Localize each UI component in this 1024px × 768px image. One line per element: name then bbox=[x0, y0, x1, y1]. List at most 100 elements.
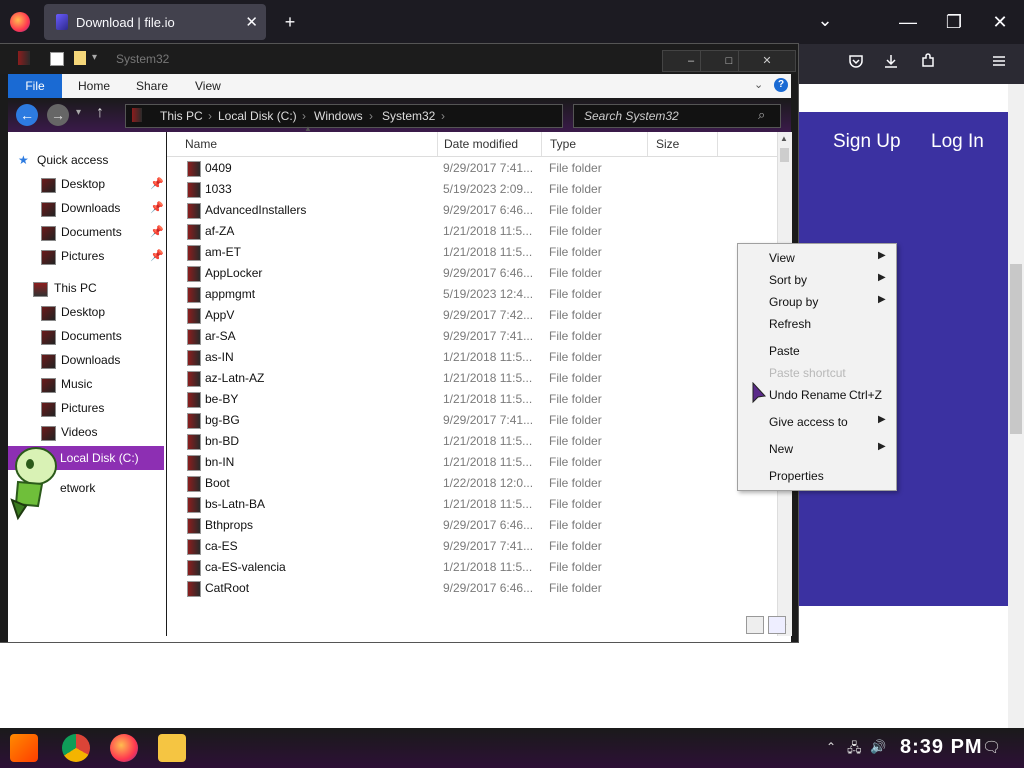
menu-item-sort-by[interactable]: Sort by ▶ bbox=[738, 269, 896, 291]
menu-item-new[interactable]: New ▶ bbox=[738, 438, 896, 460]
back-button-icon[interactable]: ← bbox=[16, 104, 38, 126]
sign-up-link[interactable]: Sign Up bbox=[833, 131, 901, 153]
nav-pc-videos[interactable]: Videos bbox=[8, 422, 166, 444]
start-button[interactable] bbox=[10, 734, 38, 762]
menu-item-give-access-to[interactable]: Give access to ▶ bbox=[738, 411, 896, 433]
recent-locations-icon[interactable]: ▾ bbox=[76, 107, 81, 118]
file-list-scroll-thumb[interactable] bbox=[780, 148, 789, 162]
nav-quick-access[interactable]: ★ Quick access bbox=[8, 150, 166, 172]
table-row[interactable]: Bthprops 9/29/2017 6:46... File folder bbox=[167, 515, 767, 536]
menu-item-paste[interactable]: Paste bbox=[738, 340, 896, 362]
explorer-close-button[interactable]: ✕ bbox=[738, 50, 796, 72]
search-icon[interactable]: ⌕ bbox=[758, 107, 765, 123]
forward-button-icon[interactable]: → bbox=[47, 104, 69, 126]
firefox-icon[interactable] bbox=[110, 734, 138, 762]
breadcrumb-local-disk[interactable]: Local Disk (C:) bbox=[218, 109, 297, 123]
table-row[interactable]: as-IN 1/21/2018 11:5... File folder bbox=[167, 347, 767, 368]
properties-quick-icon[interactable] bbox=[50, 52, 64, 66]
hidden-icons-chevron-icon[interactable]: ⌃ bbox=[826, 740, 836, 754]
new-folder-quick-icon[interactable] bbox=[74, 51, 86, 65]
nav-pc-pictures[interactable]: Pictures bbox=[8, 398, 166, 420]
ribbon-tab-file[interactable]: File bbox=[8, 74, 62, 98]
table-row[interactable]: bs-Latn-BA 1/21/2018 11:5... File folder bbox=[167, 494, 767, 515]
pocket-icon[interactable] bbox=[845, 53, 867, 76]
page-scrollbar[interactable] bbox=[1008, 84, 1024, 728]
column-size[interactable]: Size bbox=[648, 132, 718, 156]
page-scrollbar-thumb[interactable] bbox=[1010, 264, 1022, 434]
table-row[interactable]: bn-IN 1/21/2018 11:5... File folder bbox=[167, 452, 767, 473]
nav-this-pc[interactable]: This PC bbox=[8, 278, 166, 300]
network-icon[interactable]: 🖧 bbox=[847, 739, 862, 761]
table-row[interactable]: AdvancedInstallers 9/29/2017 6:46... File … bbox=[167, 200, 767, 221]
table-row[interactable]: CatRoot 9/29/2017 6:46... File folder bbox=[167, 578, 767, 599]
table-row[interactable]: be-BY 1/21/2018 11:5... File folder bbox=[167, 389, 767, 410]
new-tab-button[interactable]: + bbox=[280, 12, 300, 32]
list-all-tabs-icon[interactable]: ⌄ bbox=[815, 10, 835, 30]
table-row[interactable]: am-ET 1/21/2018 11:5... File folder bbox=[167, 242, 767, 263]
expand-ribbon-icon[interactable]: ⌄ bbox=[754, 78, 763, 91]
nav-quick-desktop[interactable]: Desktop 📌 bbox=[8, 174, 166, 196]
search-box[interactable]: Search System32 ⌕ bbox=[573, 104, 781, 128]
table-row[interactable]: ar-SA 9/29/2017 7:41... File folder bbox=[167, 326, 767, 347]
large-icons-view-icon[interactable] bbox=[768, 616, 786, 634]
nav-pc-music[interactable]: Music bbox=[8, 374, 166, 396]
table-row[interactable]: af-ZA 1/21/2018 11:5... File folder bbox=[167, 221, 767, 242]
explorer-title-bar[interactable]: ▾ System32 – □ ✕ bbox=[0, 44, 798, 74]
ribbon-tab-home[interactable]: Home bbox=[78, 79, 110, 93]
search-input[interactable]: Search System32 bbox=[584, 109, 679, 123]
file-name: be-BY bbox=[205, 392, 239, 406]
quick-toolbar-dropdown-icon[interactable]: ▾ bbox=[92, 52, 97, 63]
folder-icon bbox=[187, 434, 201, 450]
breadcrumb-system32[interactable]: System32 bbox=[382, 109, 435, 123]
scroll-up-icon[interactable]: ▲ bbox=[780, 134, 788, 143]
table-row[interactable]: appmgmt 5/19/2023 12:4... File folder bbox=[167, 284, 767, 305]
nav-quick-downloads[interactable]: Downloads 📌 bbox=[8, 198, 166, 220]
file-explorer-icon[interactable] bbox=[158, 734, 186, 762]
table-row[interactable]: Boot 1/22/2018 12:0... File folder bbox=[167, 473, 767, 494]
action-center-icon[interactable]: 🗨 bbox=[982, 738, 1001, 756]
table-row[interactable]: ca-ES-valencia 1/21/2018 11:5... File fold… bbox=[167, 557, 767, 578]
column-date-modified[interactable]: Date modified bbox=[436, 132, 542, 156]
firefox-logo-icon[interactable] bbox=[10, 12, 30, 32]
file-date: 9/29/2017 7:41... bbox=[443, 329, 534, 343]
table-row[interactable]: 0409 9/29/2017 7:41... File folder bbox=[167, 158, 767, 179]
nav-pc-downloads[interactable]: Downloads bbox=[8, 350, 166, 372]
log-in-link[interactable]: Log In bbox=[931, 131, 984, 153]
table-row[interactable]: 1033 5/19/2023 2:09... File folder bbox=[167, 179, 767, 200]
nav-pc-documents[interactable]: Documents bbox=[8, 326, 166, 348]
nav-pc-desktop[interactable]: Desktop bbox=[8, 302, 166, 324]
menu-item-properties[interactable]: Properties bbox=[738, 465, 896, 487]
volume-icon[interactable]: 🔊 bbox=[870, 739, 886, 755]
table-row[interactable]: ca-ES 9/29/2017 7:41... File folder bbox=[167, 536, 767, 557]
column-name[interactable]: Name bbox=[177, 132, 438, 156]
minimize-button[interactable]: — bbox=[898, 12, 918, 32]
nav-quick-pictures[interactable]: Pictures 📌 bbox=[8, 246, 166, 268]
ribbon-tab-view[interactable]: View bbox=[195, 79, 221, 93]
column-type[interactable]: Type bbox=[542, 132, 648, 156]
restore-button[interactable]: ❐ bbox=[944, 12, 964, 32]
chrome-icon[interactable] bbox=[62, 734, 90, 762]
system-clock[interactable]: 8:39 PM bbox=[900, 736, 983, 759]
address-path[interactable]: This PC › Local Disk (C:) › Windows › Sy… bbox=[125, 104, 563, 128]
menu-item-group-by[interactable]: Group by ▶ bbox=[738, 291, 896, 313]
extensions-icon[interactable] bbox=[917, 53, 939, 76]
menu-item-refresh[interactable]: Refresh bbox=[738, 313, 896, 335]
menu-item-view[interactable]: View ▶ bbox=[738, 247, 896, 269]
menu-icon[interactable] bbox=[988, 53, 1010, 76]
up-button-icon[interactable]: ↑ bbox=[96, 104, 104, 122]
download-icon[interactable] bbox=[880, 53, 902, 76]
table-row[interactable]: bg-BG 9/29/2017 7:41... File folder bbox=[167, 410, 767, 431]
table-row[interactable]: AppLocker 9/29/2017 6:46... File folder bbox=[167, 263, 767, 284]
details-view-icon[interactable] bbox=[746, 616, 764, 634]
help-icon[interactable]: ? bbox=[774, 78, 788, 92]
table-row[interactable]: bn-BD 1/21/2018 11:5... File folder bbox=[167, 431, 767, 452]
close-window-button[interactable]: ✕ bbox=[990, 12, 1010, 32]
table-row[interactable]: az-Latn-AZ 1/21/2018 11:5... File folder bbox=[167, 368, 767, 389]
nav-quick-documents[interactable]: Documents 📌 bbox=[8, 222, 166, 244]
breadcrumb-windows[interactable]: Windows bbox=[314, 109, 363, 123]
browser-tab-active[interactable]: Download | file.io ✕ bbox=[44, 4, 266, 40]
table-row[interactable]: AppV 9/29/2017 7:42... File folder bbox=[167, 305, 767, 326]
ribbon-tab-share[interactable]: Share bbox=[136, 79, 168, 93]
breadcrumb-this-pc[interactable]: This PC bbox=[160, 109, 203, 123]
tab-close-icon[interactable]: ✕ bbox=[245, 13, 258, 31]
